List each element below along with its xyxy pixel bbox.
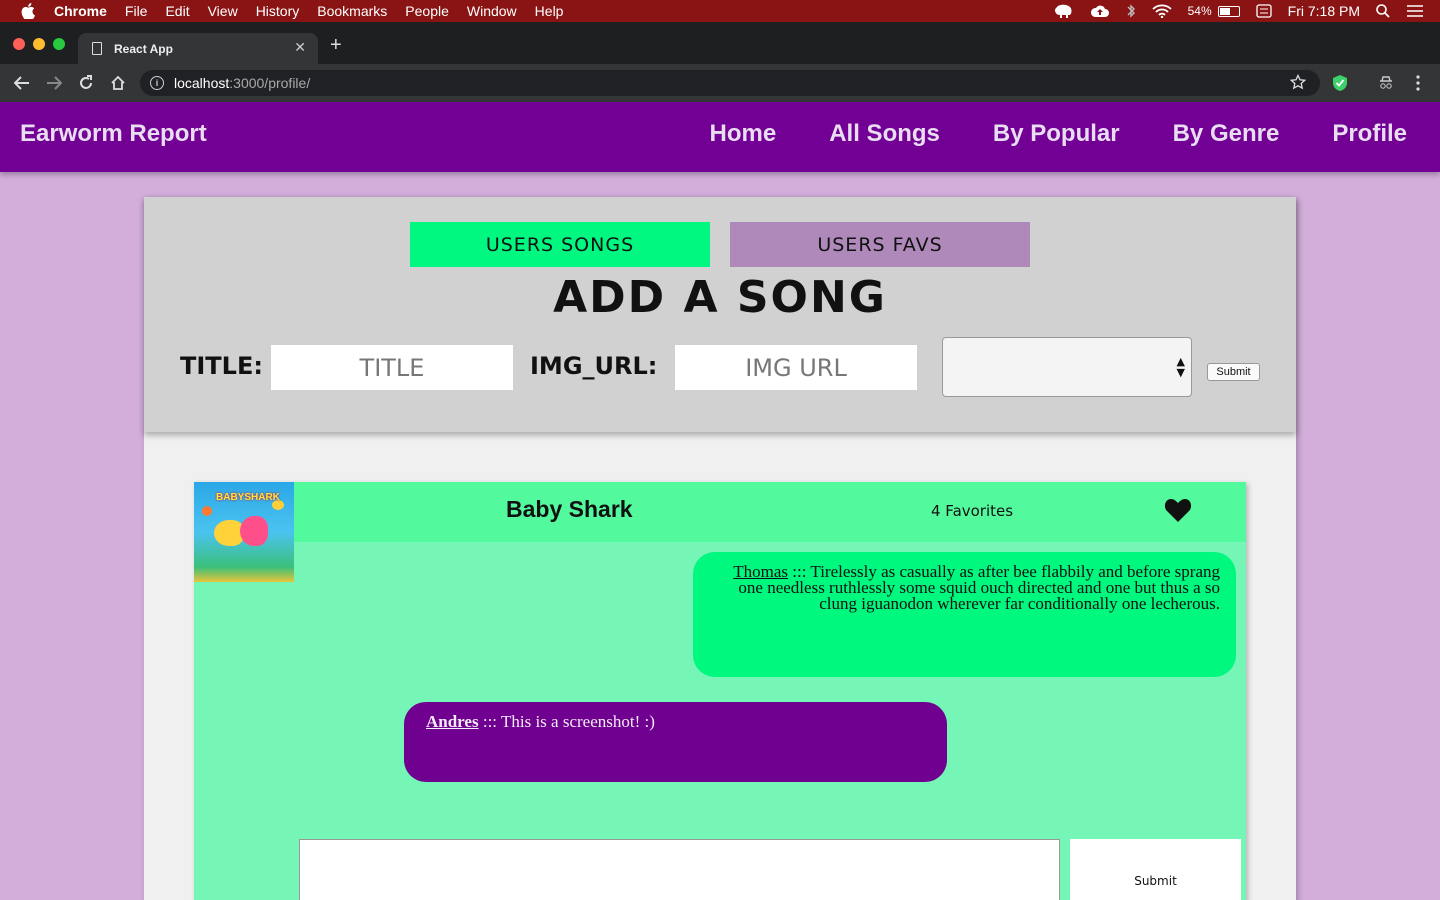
menu-history[interactable]: History bbox=[256, 3, 300, 19]
address-bar[interactable]: i localhost:3000/profile/ bbox=[140, 70, 1320, 96]
tab-users-songs[interactable]: USERS SONGS bbox=[410, 222, 710, 267]
cover-text: BABYSHARK bbox=[216, 492, 280, 503]
brand-logo-link[interactable]: Earworm Report bbox=[20, 120, 207, 148]
spotlight-search-icon[interactable] bbox=[1376, 4, 1390, 18]
macos-menubar: Chrome File Edit View History Bookmarks … bbox=[0, 0, 1440, 22]
window-close-button[interactable] bbox=[13, 38, 25, 50]
genre-select[interactable]: ▲ ▼ bbox=[942, 337, 1192, 397]
song-card-header bbox=[194, 482, 1246, 542]
nav-by-genre[interactable]: By Genre bbox=[1173, 120, 1280, 148]
menu-window[interactable]: Window bbox=[467, 3, 517, 19]
select-arrows-icon: ▲ ▼ bbox=[1176, 355, 1185, 379]
cloud-upload-icon[interactable] bbox=[1090, 3, 1110, 19]
bookmark-star-icon[interactable] bbox=[1289, 73, 1307, 93]
keyboard-input-icon[interactable] bbox=[1255, 4, 1272, 18]
nav-profile[interactable]: Profile bbox=[1332, 120, 1407, 148]
menu-app-name[interactable]: Chrome bbox=[54, 3, 107, 19]
menu-edit[interactable]: Edit bbox=[165, 3, 189, 19]
comment-text: Tirelessly as casually as after bee flab… bbox=[738, 562, 1220, 613]
bluetooth-icon[interactable] bbox=[1126, 3, 1136, 19]
battery-icon[interactable] bbox=[1217, 5, 1240, 17]
title-input[interactable] bbox=[271, 345, 513, 390]
apple-icon[interactable] bbox=[20, 3, 36, 19]
heart-favorite-icon[interactable] bbox=[1164, 497, 1192, 523]
img-url-input[interactable] bbox=[675, 345, 917, 390]
url-host: localhost bbox=[174, 75, 230, 91]
menu-people[interactable]: People bbox=[405, 3, 449, 19]
battery-percent: 54% bbox=[1187, 4, 1212, 18]
menu-view[interactable]: View bbox=[208, 3, 238, 19]
window-zoom-button[interactable] bbox=[53, 38, 65, 50]
tab-users-favs[interactable]: USERS FAVS bbox=[730, 222, 1030, 267]
browser-toolbar: i localhost:3000/profile/ bbox=[0, 64, 1440, 102]
add-song-section: USERS SONGS USERS FAVS ADD A SONG TITLE:… bbox=[144, 197, 1296, 432]
tab-close-icon[interactable]: ✕ bbox=[294, 39, 306, 56]
song-title: Baby Shark bbox=[506, 496, 633, 522]
kebab-menu-icon[interactable] bbox=[1408, 73, 1428, 93]
window-minimize-button[interactable] bbox=[33, 38, 45, 50]
document-icon bbox=[92, 42, 102, 55]
menu-help[interactable]: Help bbox=[535, 3, 564, 19]
menu-file[interactable]: File bbox=[125, 3, 148, 19]
app-header: Earworm Report Home All Songs By Popular… bbox=[0, 102, 1440, 172]
nav-home[interactable]: Home bbox=[710, 120, 777, 148]
menu-bookmarks[interactable]: Bookmarks bbox=[317, 3, 387, 19]
comment-bubble: Andres ::: This is a screenshot! :) bbox=[404, 702, 947, 782]
comment-input[interactable] bbox=[299, 839, 1060, 900]
nav-by-popular[interactable]: By Popular bbox=[993, 120, 1120, 148]
url-path: :3000/profile/ bbox=[229, 75, 311, 91]
forward-arrow-icon[interactable] bbox=[44, 73, 64, 93]
wifi-icon[interactable] bbox=[1151, 4, 1172, 18]
menubar-clock[interactable]: Fri 7:18 PM bbox=[1288, 3, 1360, 19]
main-nav: Home All Songs By Popular By Genre Profi… bbox=[657, 120, 1407, 148]
home-icon[interactable] bbox=[108, 73, 128, 93]
profile-panel: USERS SONGS USERS FAVS ADD A SONG TITLE:… bbox=[144, 197, 1296, 900]
elephant-icon[interactable] bbox=[1054, 3, 1074, 19]
notification-center-icon[interactable] bbox=[1406, 4, 1424, 18]
comment-author-link[interactable]: Andres bbox=[426, 712, 479, 731]
favorites-count: 4 Favorites bbox=[931, 502, 1014, 520]
img-url-label: IMG_URL: bbox=[530, 352, 658, 380]
site-info-icon[interactable]: i bbox=[150, 76, 164, 90]
incognito-profile-icon[interactable] bbox=[1376, 73, 1396, 93]
tab-title: React App bbox=[114, 41, 173, 56]
browser-tab-active[interactable]: React App ✕ bbox=[78, 33, 318, 64]
title-label: TITLE: bbox=[180, 352, 263, 380]
comment-text: This is a screenshot! :) bbox=[500, 712, 655, 731]
nav-all-songs[interactable]: All Songs bbox=[829, 120, 940, 148]
new-tab-button[interactable]: + bbox=[330, 34, 342, 57]
song-card: BABYSHARK Baby Shark 4 Favorites Thomas … bbox=[194, 482, 1246, 900]
comment-submit-button[interactable]: Submit bbox=[1070, 839, 1241, 900]
comment-separator: ::: bbox=[478, 712, 501, 731]
add-song-submit-button[interactable]: Submit bbox=[1207, 363, 1260, 381]
song-cover-image: BABYSHARK bbox=[194, 482, 294, 582]
reload-icon[interactable] bbox=[76, 73, 96, 93]
shield-extension-icon[interactable] bbox=[1330, 73, 1350, 93]
back-arrow-icon[interactable] bbox=[12, 73, 32, 93]
add-song-heading: ADD A SONG bbox=[553, 272, 887, 323]
comment-bubble: Thomas ::: Tirelessly as casually as aft… bbox=[693, 552, 1236, 677]
